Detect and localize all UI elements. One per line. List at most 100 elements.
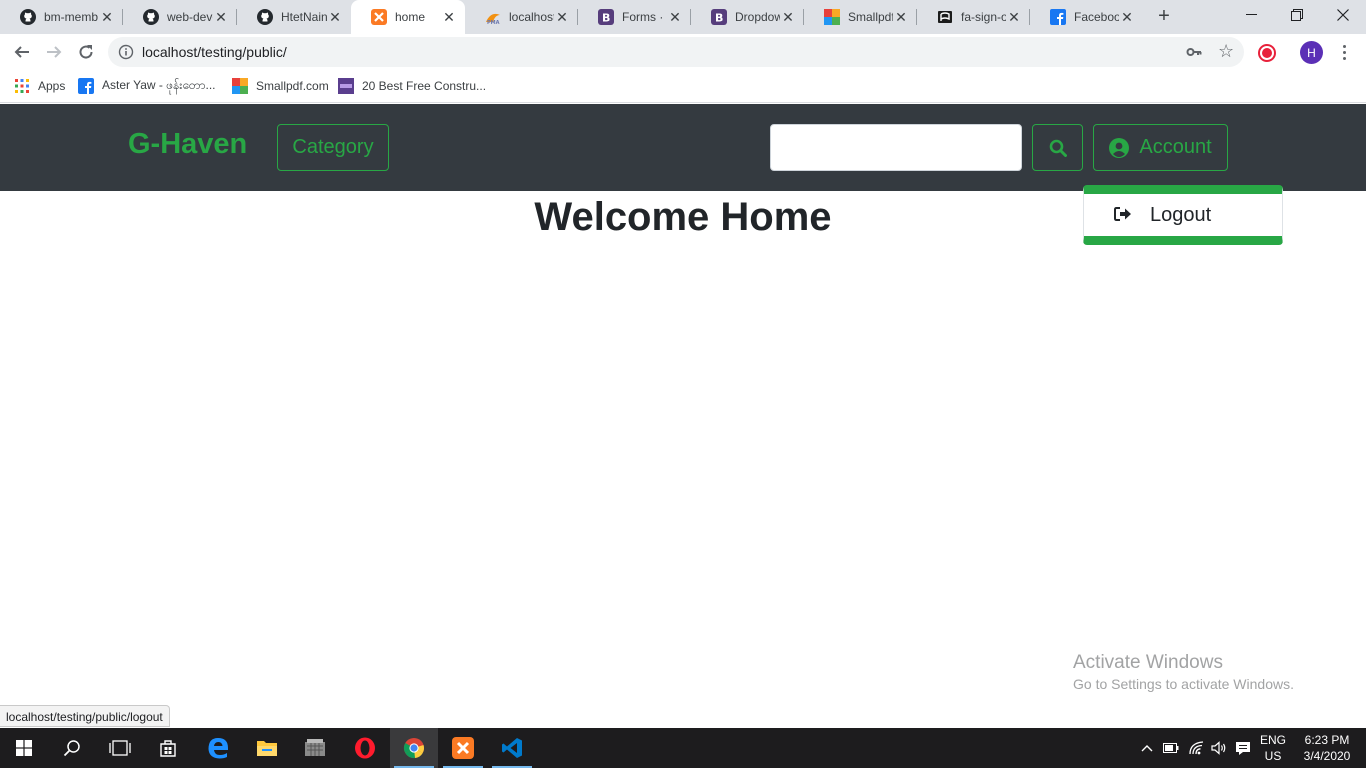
reload-icon	[79, 45, 93, 59]
close-icon[interactable]: ✕	[780, 9, 796, 25]
close-icon[interactable]: ✕	[213, 9, 229, 25]
taskbar-clock[interactable]: 6:23 PM 3/4/2020	[1300, 732, 1354, 764]
search-icon	[1049, 139, 1067, 157]
tab-label: bm-memb	[44, 10, 99, 24]
github-icon	[20, 9, 36, 25]
bookmark-star-icon[interactable]: ☆	[1218, 41, 1234, 62]
close-icon[interactable]: ✕	[99, 9, 115, 25]
search-input[interactable]	[770, 124, 1022, 171]
bookmark-label: Apps	[38, 79, 66, 93]
close-icon[interactable]: ✕	[554, 9, 570, 25]
account-button[interactable]: Account	[1093, 124, 1228, 171]
logout-menu-item[interactable]: Logout	[1084, 194, 1282, 236]
xampp-icon	[371, 9, 387, 25]
store-bag-icon	[160, 740, 176, 757]
bookmark-colorlib[interactable]: 20 Best Free Constru...	[338, 70, 486, 102]
arrow-right-icon	[47, 46, 62, 58]
account-label: Account	[1139, 136, 1212, 158]
restore-button[interactable]	[1274, 0, 1320, 30]
category-button[interactable]: Category	[277, 124, 389, 171]
clock-time: 6:23 PM	[1304, 733, 1350, 747]
url-text[interactable]: localhost/testing/public/	[142, 37, 287, 67]
taskbar-file-explorer[interactable]	[243, 728, 291, 768]
tab-label: Dropdown	[735, 10, 780, 24]
smallpdf-icon	[824, 9, 840, 25]
tab-forms-bootstrap[interactable]: B Forms · B ✕	[578, 0, 691, 34]
battery-icon[interactable]	[1160, 728, 1182, 768]
phpmyadmin-icon: PMA	[485, 9, 501, 25]
tab-localhost-phpmyadmin[interactable]: PMA localhost / ✕	[465, 0, 578, 34]
activate-windows-title: Activate Windows	[1073, 652, 1223, 673]
close-icon[interactable]: ✕	[1119, 9, 1135, 25]
start-button[interactable]	[0, 728, 48, 768]
windows-logo-icon	[16, 740, 32, 756]
app-tiles-icon	[305, 739, 325, 756]
back-button[interactable]	[8, 38, 36, 66]
forward-button[interactable]	[40, 38, 68, 66]
search-button[interactable]	[1032, 124, 1083, 171]
task-view-button[interactable]	[96, 728, 144, 768]
taskbar-opera[interactable]	[341, 728, 389, 768]
tab-home[interactable]: home ✕	[351, 0, 465, 34]
taskbar-vscode[interactable]	[488, 728, 536, 768]
key-icon[interactable]	[1186, 44, 1202, 60]
arrow-left-icon	[14, 46, 29, 58]
wifi-icon[interactable]	[1186, 728, 1208, 768]
taskbar-store[interactable]	[144, 728, 192, 768]
close-window-button[interactable]	[1320, 0, 1366, 30]
chevron-up-icon	[1141, 745, 1153, 752]
record-extension-icon[interactable]	[1258, 44, 1276, 62]
reload-button[interactable]	[72, 38, 100, 66]
tab-web-development[interactable]: web-devel ✕	[123, 0, 237, 34]
tab-facebook[interactable]: Facebook ✕	[1030, 0, 1143, 34]
tab-fa-sign-out[interactable]: fa-sign-ou ✕	[917, 0, 1030, 34]
github-icon	[257, 9, 273, 25]
bookmark-label: Aster Yaw - ဖုန်းတော...	[102, 78, 216, 92]
tab-label: localhost /	[509, 10, 554, 24]
profile-avatar[interactable]: H	[1300, 41, 1323, 64]
taskbar-xampp[interactable]	[439, 728, 487, 768]
volume-icon[interactable]	[1208, 728, 1230, 768]
tab-label: Facebook	[1074, 10, 1119, 24]
close-icon[interactable]: ✕	[441, 9, 457, 25]
new-tab-button[interactable]: +	[1153, 6, 1175, 28]
show-hidden-icons[interactable]	[1138, 728, 1156, 768]
apps-grid-icon	[14, 78, 30, 94]
tab-bm-members[interactable]: bm-memb ✕	[0, 0, 123, 34]
bookmark-apps[interactable]: Apps	[14, 70, 65, 102]
clock-date: 3/4/2020	[1303, 749, 1351, 763]
taskbar-chrome[interactable]	[390, 728, 438, 768]
close-icon[interactable]: ✕	[667, 9, 683, 25]
input-language-indicator[interactable]: ENG US	[1258, 732, 1288, 764]
address-bar[interactable]: localhost/testing/public/ ☆	[108, 37, 1244, 67]
minimize-button[interactable]	[1228, 0, 1274, 30]
sign-out-icon	[1114, 206, 1132, 224]
brand-logo[interactable]: G-Haven	[128, 128, 247, 161]
logout-label: Logout	[1150, 203, 1212, 226]
tab-htetnaing[interactable]: HtetNaing ✕	[237, 0, 351, 34]
taskbar-search-button[interactable]	[48, 728, 96, 768]
close-icon[interactable]: ✕	[893, 9, 909, 25]
tab-label: Smallpdf.c	[848, 10, 893, 24]
bookmark-label: 20 Best Free Constru...	[362, 79, 487, 93]
taskbar-edge[interactable]	[194, 728, 242, 768]
browser-tab-strip: bm-memb ✕ web-devel ✕ HtetNaing ✕ home ✕…	[0, 0, 1366, 34]
bookmark-smallpdf[interactable]: Smallpdf.com	[232, 70, 329, 102]
close-icon[interactable]: ✕	[1006, 9, 1022, 25]
close-icon[interactable]: ✕	[327, 9, 343, 25]
tab-label: fa-sign-ou	[961, 10, 1006, 24]
vscode-icon	[502, 738, 522, 758]
more-menu-icon[interactable]	[1336, 41, 1352, 63]
tab-smallpdf[interactable]: Smallpdf.c ✕	[804, 0, 917, 34]
tab-dropdowns-bootstrap[interactable]: B Dropdown ✕	[691, 0, 804, 34]
notifications-icon[interactable]	[1232, 728, 1254, 768]
fontawesome-icon	[937, 9, 953, 25]
xampp-icon	[452, 737, 474, 759]
bookmark-aster-yaw[interactable]: Aster Yaw - ဖုန်းတော...	[78, 70, 216, 102]
smallpdf-icon	[232, 78, 248, 94]
taskbar-app-grid[interactable]	[291, 728, 339, 768]
opera-icon	[355, 737, 375, 759]
info-icon[interactable]	[118, 44, 134, 60]
site-navbar: G-Haven Category Account	[0, 104, 1366, 191]
task-view-icon	[109, 740, 131, 756]
